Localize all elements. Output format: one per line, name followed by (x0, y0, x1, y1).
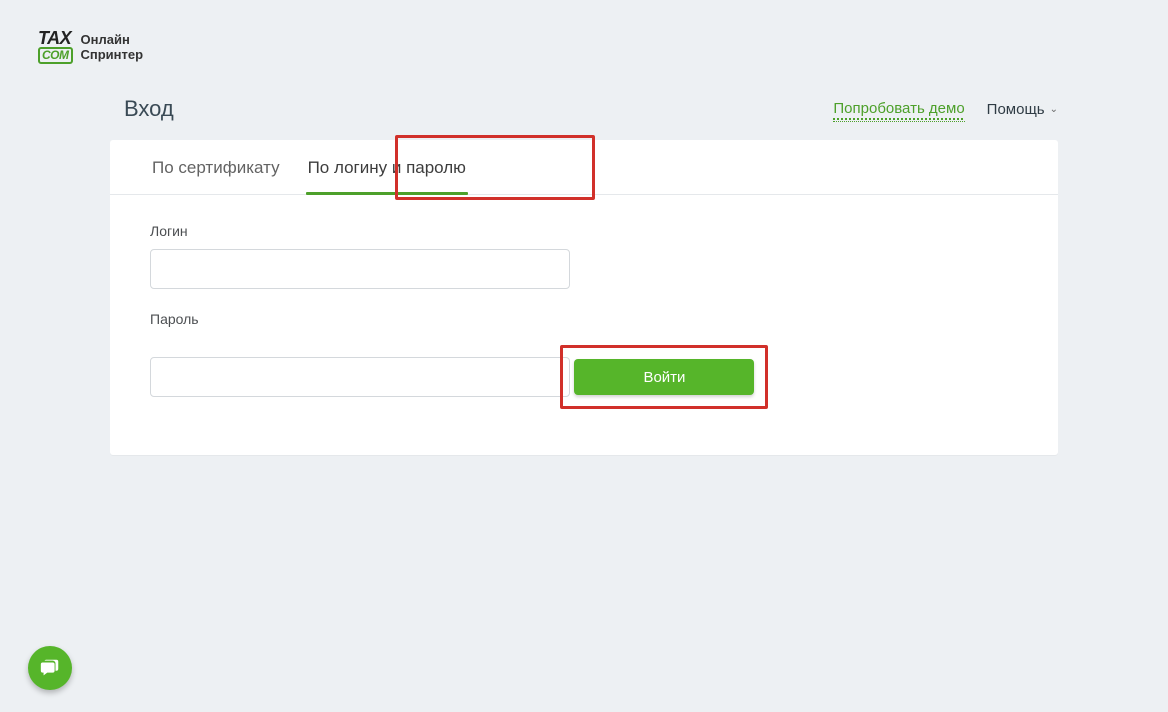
logo-line1: Онлайн (81, 32, 144, 47)
page-header: Вход Попробовать демо Помощь ⌄ (110, 96, 1058, 122)
login-form: Логин Пароль Войти (110, 195, 1058, 455)
brand-logo: TAX COM Онлайн Спринтер (38, 30, 143, 64)
try-demo-link[interactable]: Попробовать демо (833, 100, 964, 119)
logo-mark: TAX COM (38, 30, 73, 64)
login-card: По сертификату По логину и паролю Логин … (110, 140, 1058, 455)
logo-line2: Спринтер (81, 47, 144, 62)
login-button[interactable]: Войти (574, 359, 754, 395)
login-button-wrap: Войти (574, 359, 754, 395)
chevron-down-icon: ⌄ (1050, 104, 1058, 115)
chat-fab-button[interactable] (28, 646, 72, 690)
logo-tax: TAX (38, 30, 73, 47)
tab-login-password[interactable]: По логину и паролю (294, 140, 480, 194)
logo-product-name: Онлайн Спринтер (81, 32, 144, 62)
login-input[interactable] (150, 249, 570, 289)
chat-icon (39, 657, 61, 679)
help-dropdown[interactable]: Помощь ⌄ (987, 101, 1058, 118)
help-label: Помощь (987, 101, 1045, 118)
password-input[interactable] (150, 357, 570, 397)
tab-certificate[interactable]: По сертификату (138, 140, 294, 194)
auth-tabs: По сертификату По логину и паролю (110, 140, 1058, 195)
password-label: Пароль (150, 311, 1018, 327)
page-title: Вход (124, 96, 833, 122)
login-label: Логин (150, 223, 1018, 239)
logo-com: COM (38, 47, 73, 64)
